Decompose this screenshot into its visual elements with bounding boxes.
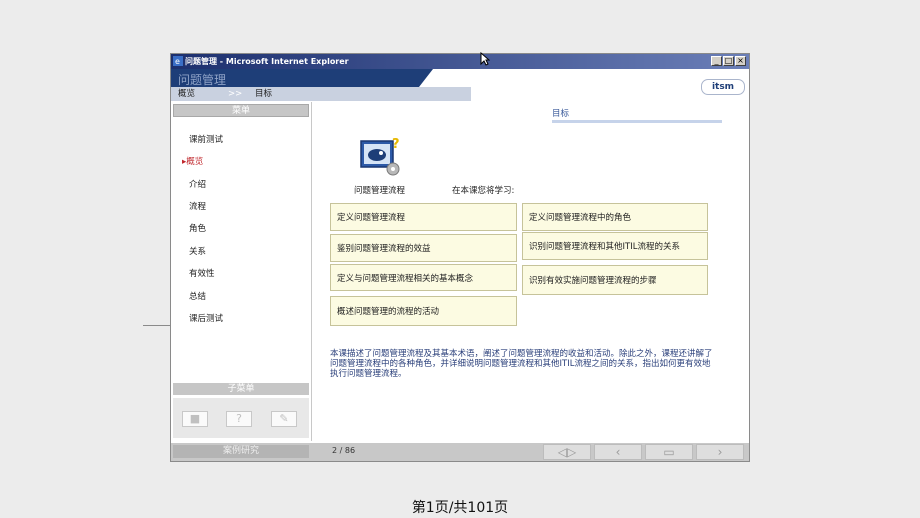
- menu-item-roles[interactable]: 角色: [189, 222, 206, 234]
- breadcrumb-separator: >>: [228, 89, 243, 99]
- window-title: 问题管理 - Microsoft Internet Explorer: [185, 57, 349, 66]
- app-title: 问题管理: [178, 73, 227, 87]
- objective-box: 概述问题管理的流程的活动: [330, 296, 517, 326]
- minimize-button[interactable]: _: [711, 56, 722, 66]
- back-icon[interactable]: ‹: [594, 444, 642, 460]
- sidebar: 菜单 课前测试 ▸概览 介绍 流程 角色 关系 有效性 总结 课后测试 子菜单 …: [171, 102, 312, 441]
- intro-text: 在本课您将学习:: [452, 186, 515, 196]
- course-illustration-icon: ?: [360, 137, 400, 176]
- slide-page-footer: 第1页/共101页: [411, 500, 509, 516]
- section-underline: [552, 120, 722, 123]
- course-label: 问题管理流程: [354, 186, 406, 196]
- objective-box: 鉴别问题管理流程的效益: [330, 234, 517, 262]
- breadcrumb-root[interactable]: 概览: [178, 87, 195, 101]
- close-button[interactable]: ×: [735, 56, 746, 66]
- objective-box: 定义问题管理流程: [330, 203, 517, 231]
- slide-divider: [143, 325, 170, 326]
- next-icon[interactable]: ›: [696, 444, 744, 460]
- svg-text:e: e: [175, 57, 180, 66]
- notes-icon[interactable]: ■: [182, 411, 208, 427]
- menu-item-effectiveness[interactable]: 有效性: [189, 267, 215, 279]
- page-indicator: 2 / 86: [332, 446, 356, 455]
- menu-heading: 菜单: [173, 104, 309, 117]
- menu-item-overview[interactable]: ▸概览: [182, 155, 203, 167]
- menu-item-relations[interactable]: 关系: [189, 245, 206, 257]
- menu-item-summary[interactable]: 总结: [189, 290, 206, 302]
- menu-item-pretest[interactable]: 课前测试: [189, 133, 223, 145]
- course-description: 本课描述了问题管理流程及其基本术语，阐述了问题管理流程的收益和活动。除此之外，课…: [330, 349, 713, 379]
- submenu-heading: 子菜单: [173, 383, 309, 395]
- title-bar: e 问题管理 - Microsoft Internet Explorer _ □…: [171, 54, 749, 69]
- menu-item-process[interactable]: 流程: [189, 200, 206, 212]
- app-banner: 问题管理 概览 >> 目标: [171, 69, 749, 101]
- audio-icon[interactable]: ◁▷: [543, 444, 591, 460]
- objective-box: 定义与问题管理流程相关的基本概念: [330, 264, 517, 291]
- menu-item-introduction[interactable]: 介绍: [189, 178, 206, 190]
- ie-app-icon: e: [173, 56, 183, 66]
- browser-window: e 问题管理 - Microsoft Internet Explorer _ □…: [170, 53, 750, 462]
- breadcrumb-current: 目标: [255, 89, 273, 99]
- status-bar: 案例研究 2 / 86 ◁▷ ‹ ▭ ›: [171, 443, 749, 461]
- itsm-logo: itsm: [701, 79, 745, 95]
- menu-item-posttest[interactable]: 课后测试: [189, 312, 223, 324]
- maximize-button[interactable]: □: [723, 56, 734, 66]
- section-title: 目标: [552, 109, 570, 119]
- mouse-cursor-icon: [480, 52, 490, 66]
- objective-box: 定义问题管理流程中的角色: [522, 203, 708, 231]
- menu-icon[interactable]: ▭: [645, 444, 693, 460]
- svg-text:?: ?: [392, 137, 400, 152]
- help-icon[interactable]: ?: [226, 411, 252, 427]
- objective-box: 识别问题管理流程和其他ITIL流程的关系: [522, 232, 708, 260]
- breadcrumb: 概览 >> 目标: [171, 87, 471, 101]
- tool-icon-bar: ■ ? ✎: [173, 398, 309, 438]
- main-content: 目标 ? 问题管理流程 在本课您将学习: 定义问题管理流程 定义问题管理流程中的…: [312, 102, 749, 441]
- objective-box: 识别有效实施问题管理流程的步骤: [522, 265, 708, 295]
- case-study-button[interactable]: 案例研究: [173, 445, 309, 458]
- tools-icon[interactable]: ✎: [271, 411, 297, 427]
